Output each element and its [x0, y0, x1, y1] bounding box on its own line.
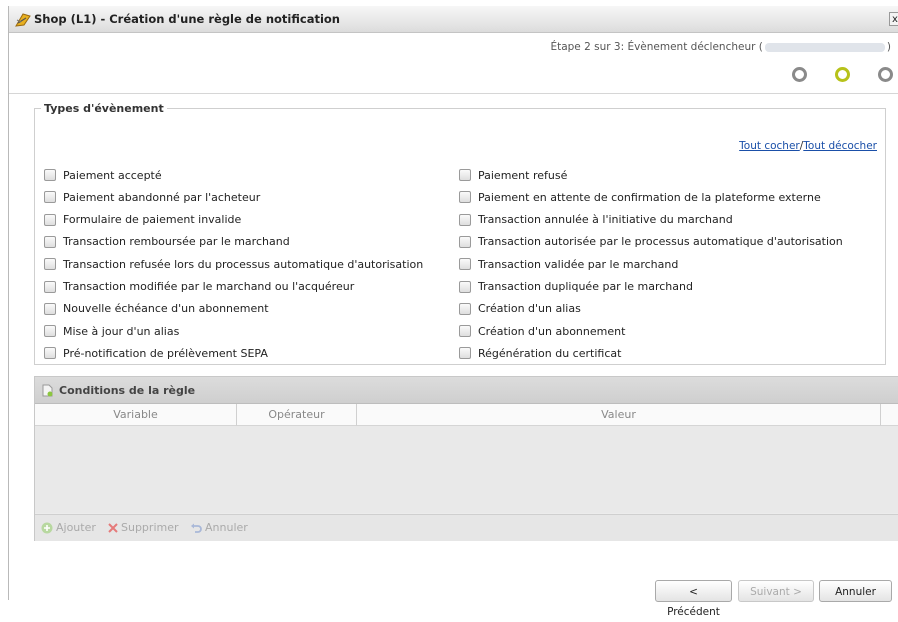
event-label: Transaction modifiée par le marchand ou …	[63, 280, 355, 293]
conditions-grid-body	[35, 426, 898, 513]
event-checkbox[interactable]	[459, 280, 471, 293]
event-option-right-6[interactable]: Création d'un alias	[459, 301, 581, 317]
previous-button[interactable]: < Précédent	[655, 580, 732, 618]
event-checkbox[interactable]	[459, 258, 471, 271]
event-label: Création d'un alias	[478, 302, 581, 316]
event-checkbox[interactable]	[459, 191, 471, 204]
event-types-fieldset: Types d'évènement Tout cocher/Tout décoc…	[34, 102, 886, 365]
event-checkbox[interactable]	[459, 347, 471, 360]
close-button[interactable]: x	[889, 12, 898, 26]
event-option-right-4[interactable]: Transaction validée par le marchand	[459, 256, 678, 272]
document-icon	[42, 384, 53, 397]
step-text-end: )	[886, 41, 891, 53]
delete-label: Supprimer	[121, 521, 179, 534]
undo-label: Annuler	[205, 521, 248, 534]
event-label: Transaction autorisée par le processus a…	[478, 235, 843, 249]
event-option-right-7[interactable]: Création d'un abonnement	[459, 323, 625, 339]
event-option-left-4[interactable]: Transaction refusée lors du processus au…	[44, 256, 423, 272]
event-option-left-2[interactable]: Formulaire de paiement invalide	[44, 212, 241, 228]
step-dot-2-active	[835, 67, 850, 82]
event-option-left-6[interactable]: Nouvelle échéance d'un abonnement	[44, 301, 269, 317]
event-checkbox[interactable]	[459, 302, 471, 315]
event-label: Création d'un abonnement	[478, 324, 626, 338]
title-bar[interactable]: Shop (L1) - Création d'une règle de noti…	[9, 6, 898, 33]
next-button[interactable]: Suivant >	[738, 580, 814, 602]
column-variable[interactable]: Variable	[35, 404, 237, 426]
event-option-left-3[interactable]: Transaction remboursée par le marchand	[44, 234, 290, 250]
app-logo-icon	[15, 13, 31, 27]
event-checkbox[interactable]	[44, 191, 56, 204]
event-option-right-2[interactable]: Transaction annulée à l'initiative du ma…	[459, 212, 733, 228]
window-title: Shop (L1) - Création d'une règle de noti…	[34, 12, 340, 26]
check-all-link[interactable]: Tout cocher	[739, 140, 800, 152]
redacted-text	[764, 42, 885, 52]
event-label: Transaction dupliquée par le marchand	[478, 280, 693, 293]
event-option-right-8[interactable]: Régénération du certificat	[459, 345, 621, 361]
step-indicator: Étape 2 sur 3: Évènement déclencheur ()	[9, 33, 898, 94]
event-label: Transaction remboursée par le marchand	[63, 235, 290, 249]
event-label: Paiement abandonné par l'acheteur	[63, 190, 261, 204]
event-label: Mise à jour d'un alias	[63, 324, 180, 338]
column-operator[interactable]: Opérateur	[237, 404, 357, 426]
column-value[interactable]: Valeur	[357, 404, 881, 426]
event-label: Paiement refusé	[478, 168, 568, 182]
event-checkbox[interactable]	[459, 169, 471, 181]
add-button[interactable]: Ajouter	[41, 521, 96, 534]
event-checkbox[interactable]	[44, 347, 56, 360]
event-option-left-8[interactable]: Pré-notification de prélèvement SEPA	[44, 345, 268, 361]
event-checkbox[interactable]	[44, 169, 56, 181]
event-option-left-1[interactable]: Paiement abandonné par l'acheteur	[44, 189, 260, 205]
event-option-left-7[interactable]: Mise à jour d'un alias	[44, 323, 179, 339]
step-text: Étape 2 sur 3: Évènement déclencheur (	[550, 41, 763, 53]
event-label: Transaction annulée à l'initiative du ma…	[478, 213, 733, 227]
event-option-right-5[interactable]: Transaction dupliquée par le marchand	[459, 279, 693, 295]
event-option-right-3[interactable]: Transaction autorisée par le processus a…	[459, 234, 843, 250]
event-checkbox[interactable]	[44, 280, 56, 293]
event-label: Régénération du certificat	[478, 346, 622, 360]
conditions-toolbar: Ajouter Supprimer Annuler	[35, 514, 898, 541]
event-label: Paiement accepté	[63, 168, 162, 182]
event-label: Transaction validée par le marchand	[478, 257, 679, 271]
event-label: Paiement en attente de confirmation de l…	[478, 190, 821, 204]
event-checkbox[interactable]	[44, 302, 56, 315]
event-checkbox[interactable]	[459, 325, 471, 338]
event-checkbox[interactable]	[44, 258, 56, 271]
add-icon	[41, 522, 53, 533]
conditions-panel: Conditions de la règle Variable Opérateu…	[34, 376, 898, 541]
undo-icon	[191, 523, 202, 533]
column-spacer	[881, 404, 898, 426]
delete-button[interactable]: Supprimer	[107, 521, 179, 534]
event-option-left-5[interactable]: Transaction modifiée par le marchand ou …	[44, 279, 354, 295]
event-checkbox[interactable]	[44, 213, 56, 226]
event-label: Transaction refusée lors du processus au…	[63, 257, 424, 271]
add-label: Ajouter	[56, 521, 96, 534]
event-checkbox[interactable]	[459, 213, 471, 226]
event-label: Formulaire de paiement invalide	[63, 213, 242, 227]
step-dot-1	[792, 67, 807, 82]
step-dot-3	[878, 67, 893, 82]
event-option-right-0[interactable]: Paiement refusé	[459, 167, 567, 183]
event-checkbox[interactable]	[44, 325, 56, 338]
check-links: Tout cocher/Tout décocher	[739, 140, 877, 152]
event-checkbox[interactable]	[44, 235, 56, 248]
delete-icon	[108, 522, 118, 533]
event-label: Pré-notification de prélèvement SEPA	[63, 346, 268, 360]
event-types-legend: Types d'évènement	[44, 102, 164, 115]
uncheck-all-link[interactable]: Tout décocher	[803, 140, 877, 152]
dialog-window: Shop (L1) - Création d'une règle de noti…	[8, 6, 898, 600]
event-option-left-0[interactable]: Paiement accepté	[44, 167, 162, 183]
cancel-button[interactable]: Annuler	[819, 580, 892, 602]
undo-button[interactable]: Annuler	[190, 521, 248, 534]
conditions-title: Conditions de la règle	[59, 384, 196, 397]
event-checkbox[interactable]	[459, 235, 471, 248]
event-label: Nouvelle échéance d'un abonnement	[63, 302, 269, 316]
step-label: Étape 2 sur 3: Évènement déclencheur ()	[550, 41, 891, 53]
conditions-header: Conditions de la règle	[35, 377, 898, 404]
event-option-right-1[interactable]: Paiement en attente de confirmation de l…	[459, 189, 821, 205]
